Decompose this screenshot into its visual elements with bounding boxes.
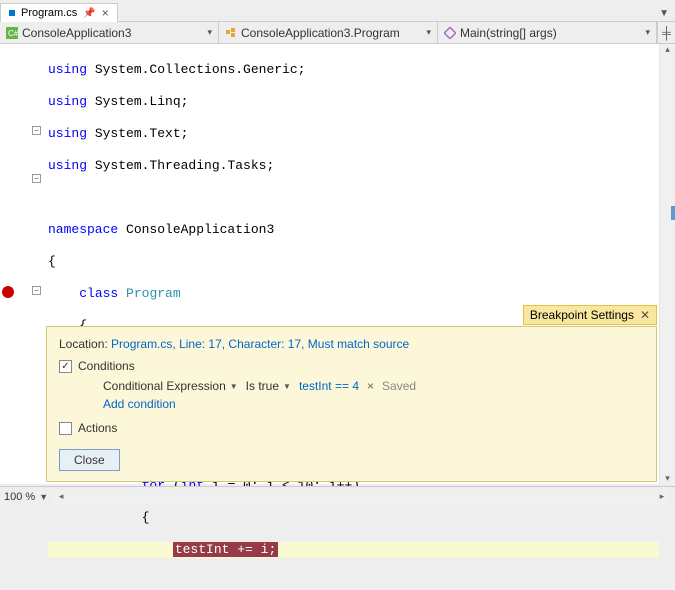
scroll-marker [671, 206, 675, 220]
condition-row: Conditional Expression ▼ Is true ▼ testI… [103, 379, 644, 393]
breakpoint-location: Location: Program.cs, Line: 17, Characte… [59, 337, 644, 351]
class-icon [225, 27, 237, 39]
plus-icon: ╪ [662, 26, 671, 40]
actions-checkbox-row: Actions [59, 421, 644, 435]
status-bar: 100 % ▼ ◂ ▸ [0, 486, 675, 506]
fold-toggle[interactable]: − [32, 286, 41, 295]
scroll-left-arrow[interactable]: ◂ [54, 491, 68, 502]
tab-overflow-icon[interactable]: ▼ [653, 6, 675, 21]
tab-filename: Program.cs [21, 7, 77, 19]
conditions-checkbox-row: ✓ Conditions [59, 359, 644, 373]
scroll-right-arrow[interactable]: ▸ [655, 491, 669, 502]
tab-bar: Program.cs 📌 × ▼ [0, 0, 675, 22]
svg-text:C#: C# [8, 29, 18, 38]
zoom-level[interactable]: 100 % [4, 491, 35, 503]
scroll-up-arrow[interactable]: ▴ [660, 44, 675, 55]
chevron-down-icon: ▾ [645, 27, 650, 38]
remove-condition-icon[interactable]: × [367, 379, 374, 393]
breakpoint-settings-panel: Breakpoint Settings ✕ Location: Program.… [46, 326, 657, 482]
breakpoint-settings-header: Breakpoint Settings ✕ [523, 305, 657, 325]
chevron-down-icon: ▾ [426, 27, 431, 38]
vertical-scrollbar[interactable]: ▴ ▾ [659, 44, 675, 484]
nav-method-label: Main(string[] args) [460, 26, 557, 40]
condition-type-dropdown[interactable]: Conditional Expression ▼ [103, 379, 238, 393]
nav-method-dropdown[interactable]: Main(string[] args) ▾ [438, 22, 657, 43]
location-link[interactable]: Program.cs, Line: 17, Character: 17, Mus… [111, 337, 409, 351]
chevron-down-icon: ▼ [283, 382, 291, 391]
nav-class-dropdown[interactable]: ConsoleApplication3.Program ▾ [219, 22, 438, 43]
csharp-icon: C# [6, 27, 18, 39]
breakpoint-settings-title: Breakpoint Settings [530, 308, 634, 322]
actions-label: Actions [78, 421, 117, 435]
condition-mode-dropdown[interactable]: Is true ▼ [246, 379, 291, 393]
file-tab[interactable]: Program.cs 📌 × [0, 3, 118, 22]
split-button[interactable]: ╪ [657, 22, 675, 43]
actions-checkbox[interactable] [59, 422, 72, 435]
nav-class-label: ConsoleApplication3.Program [241, 26, 400, 40]
add-condition-link[interactable]: Add condition [103, 397, 644, 411]
chevron-down-icon: ▾ [207, 27, 212, 38]
fold-toggle[interactable]: − [32, 126, 41, 135]
conditions-label: Conditions [78, 359, 135, 373]
close-tab-icon[interactable]: × [102, 6, 109, 20]
conditions-checkbox[interactable]: ✓ [59, 360, 72, 373]
breakpoint-icon[interactable] [2, 286, 14, 298]
nav-project-label: ConsoleApplication3 [22, 26, 131, 40]
close-panel-icon[interactable]: ✕ [640, 308, 650, 322]
fold-toggle[interactable]: − [32, 174, 41, 183]
location-label: Location: [59, 337, 111, 351]
pin-icon[interactable]: 📌 [83, 8, 95, 19]
chevron-down-icon: ▼ [230, 382, 238, 391]
scroll-down-arrow[interactable]: ▾ [660, 473, 675, 484]
horizontal-scrollbar[interactable]: ◂ ▸ [54, 490, 669, 504]
navigation-bar: C# ConsoleApplication3 ▾ ConsoleApplicat… [0, 22, 675, 44]
nav-project-dropdown[interactable]: C# ConsoleApplication3 ▾ [0, 22, 219, 43]
condition-expression[interactable]: testInt == 4 [299, 379, 359, 393]
zoom-dropdown-icon[interactable]: ▼ [39, 492, 48, 502]
gutter[interactable]: − − − [0, 44, 42, 484]
close-button[interactable]: Close [59, 449, 120, 471]
saved-label: Saved [382, 379, 416, 393]
method-icon [444, 27, 456, 39]
